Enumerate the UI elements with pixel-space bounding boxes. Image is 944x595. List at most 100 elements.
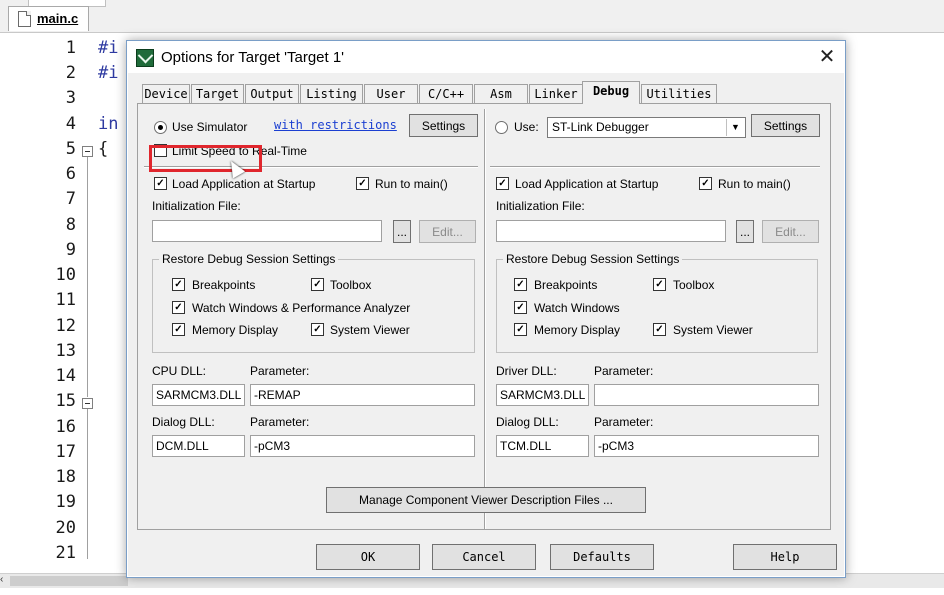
dialog-title: Options for Target 'Target 1' xyxy=(161,49,345,66)
use-simulator-label[interactable]: Use Simulator xyxy=(172,120,247,134)
init-file-label: Initialization File: xyxy=(152,199,241,213)
cpu-dll-input[interactable]: SARMCM3.DLL xyxy=(152,384,245,406)
watch-windows-checkbox[interactable]: ✓ xyxy=(172,301,185,314)
cancel-button[interactable]: Cancel xyxy=(432,544,536,570)
driver-dll-input[interactable]: SARMCM3.DLL xyxy=(496,384,589,406)
debugger-select[interactable]: ST-Link Debugger ▼ xyxy=(547,117,746,138)
code-line[interactable]: #i xyxy=(98,38,118,58)
driver-param-label: Parameter: xyxy=(594,364,654,378)
cpu-param-label: Parameter: xyxy=(250,364,310,378)
line-number: 11 xyxy=(55,290,76,310)
line-number: 16 xyxy=(55,417,76,437)
system-viewer-label[interactable]: System Viewer xyxy=(673,323,753,337)
init-file-edit-button[interactable]: Edit... xyxy=(762,220,819,243)
toolbox-label[interactable]: Toolbox xyxy=(673,278,714,292)
watch-windows-checkbox[interactable]: ✓ xyxy=(514,301,527,314)
driver-dll-label: Driver DLL: xyxy=(496,364,557,378)
tab-asm[interactable]: Asm xyxy=(474,84,528,103)
load-app-label[interactable]: Load Application at Startup xyxy=(515,177,658,191)
dialog-param-input[interactable]: -pCM3 xyxy=(250,435,475,457)
with-restrictions-link[interactable]: with restrictions xyxy=(274,118,397,132)
system-viewer-checkbox[interactable]: ✓ xyxy=(311,323,324,336)
load-app-checkbox[interactable]: ✓ xyxy=(496,177,509,190)
run-to-main-label[interactable]: Run to main() xyxy=(718,177,791,191)
tab-target[interactable]: Target xyxy=(191,84,244,103)
line-number: 12 xyxy=(55,316,76,336)
code-line[interactable]: { xyxy=(98,139,108,159)
toolbox-label[interactable]: Toolbox xyxy=(330,278,371,292)
defaults-button[interactable]: Defaults xyxy=(550,544,654,570)
use-debugger-radio[interactable] xyxy=(495,121,508,134)
simulator-settings-button[interactable]: Settings xyxy=(409,114,478,137)
use-simulator-radio[interactable] xyxy=(154,121,167,134)
breakpoints-checkbox[interactable]: ✓ xyxy=(172,278,185,291)
cpu-param-input[interactable]: -REMAP xyxy=(250,384,475,406)
dialog-titlebar[interactable]: Options for Target 'Target 1' ✕ xyxy=(127,41,845,73)
memory-display-label[interactable]: Memory Display xyxy=(192,323,278,337)
tab-utilities[interactable]: Utilities xyxy=(641,84,717,103)
tab-user[interactable]: User xyxy=(364,84,418,103)
dialog-param-input[interactable]: -pCM3 xyxy=(594,435,819,457)
run-to-main-checkbox[interactable]: ✓ xyxy=(699,177,712,190)
line-number: 19 xyxy=(55,492,76,512)
debugger-settings-button[interactable]: Settings xyxy=(751,114,820,137)
driver-param-input[interactable] xyxy=(594,384,819,406)
code-line[interactable]: in xyxy=(98,114,118,134)
toolbox-checkbox[interactable]: ✓ xyxy=(311,278,324,291)
memory-display-checkbox[interactable]: ✓ xyxy=(172,323,185,336)
init-file-input[interactable] xyxy=(496,220,726,242)
line-number: 18 xyxy=(55,467,76,487)
init-file-browse-button[interactable]: ... xyxy=(736,220,754,243)
dialog-dll-input[interactable]: DCM.DLL xyxy=(152,435,245,457)
line-number: 7 xyxy=(65,189,76,209)
file-tab-label: main.c xyxy=(37,11,79,26)
tab-device[interactable]: Device xyxy=(142,84,190,103)
init-file-edit-button[interactable]: Edit... xyxy=(419,220,476,243)
run-to-main-label[interactable]: Run to main() xyxy=(375,177,448,191)
tab-listing[interactable]: Listing xyxy=(300,84,363,103)
use-label[interactable]: Use: xyxy=(514,120,539,134)
system-viewer-checkbox[interactable]: ✓ xyxy=(653,323,666,336)
chevron-down-icon[interactable]: ▼ xyxy=(726,119,744,136)
breakpoints-label[interactable]: Breakpoints xyxy=(192,278,255,292)
restore-group-title: Restore Debug Session Settings xyxy=(503,252,683,266)
tab-output[interactable]: Output xyxy=(245,84,299,103)
close-icon[interactable]: ✕ xyxy=(815,46,839,68)
breakpoints-label[interactable]: Breakpoints xyxy=(534,278,597,292)
fold-toggle-icon[interactable] xyxy=(82,146,93,157)
ok-button[interactable]: OK xyxy=(316,544,420,570)
init-file-input[interactable] xyxy=(152,220,382,242)
toolbox-checkbox[interactable]: ✓ xyxy=(653,278,666,291)
tab-linker[interactable]: Linker xyxy=(529,84,583,103)
file-tab-main-c[interactable]: main.c xyxy=(8,6,90,31)
options-dialog: Options for Target 'Target 1' ✕ Device T… xyxy=(126,40,846,578)
scrollbar-thumb[interactable] xyxy=(10,576,128,586)
scroll-left-icon[interactable]: ‹ xyxy=(0,574,3,585)
watch-windows-label[interactable]: Watch Windows xyxy=(534,301,620,315)
dialog-dll-input[interactable]: TCM.DLL xyxy=(496,435,589,457)
init-file-label: Initialization File: xyxy=(496,199,585,213)
dialog-body: Device Target Output Listing User C/C++ … xyxy=(128,73,844,576)
line-number: 6 xyxy=(65,164,76,184)
system-viewer-label[interactable]: System Viewer xyxy=(330,323,410,337)
fold-toggle-icon[interactable] xyxy=(82,398,93,409)
load-app-checkbox[interactable]: ✓ xyxy=(154,177,167,190)
memory-display-label[interactable]: Memory Display xyxy=(534,323,620,337)
manage-component-viewer-button[interactable]: Manage Component Viewer Description File… xyxy=(326,487,646,513)
line-number: 9 xyxy=(65,240,76,260)
tab-c-cpp[interactable]: C/C++ xyxy=(419,84,473,103)
load-app-label[interactable]: Load Application at Startup xyxy=(172,177,315,191)
line-number: 5 xyxy=(65,139,76,159)
dialog-dll-label: Dialog DLL: xyxy=(496,415,559,429)
line-number: 1 xyxy=(65,38,76,58)
watch-windows-label[interactable]: Watch Windows & Performance Analyzer xyxy=(192,301,410,315)
code-line[interactable]: #i xyxy=(98,63,118,83)
breakpoints-checkbox[interactable]: ✓ xyxy=(514,278,527,291)
tab-debug[interactable]: Debug xyxy=(582,81,640,104)
init-file-browse-button[interactable]: ... xyxy=(393,220,411,243)
line-number: 14 xyxy=(55,366,76,386)
line-number: 20 xyxy=(55,518,76,538)
help-button[interactable]: Help xyxy=(733,544,837,570)
memory-display-checkbox[interactable]: ✓ xyxy=(514,323,527,336)
run-to-main-checkbox[interactable]: ✓ xyxy=(356,177,369,190)
